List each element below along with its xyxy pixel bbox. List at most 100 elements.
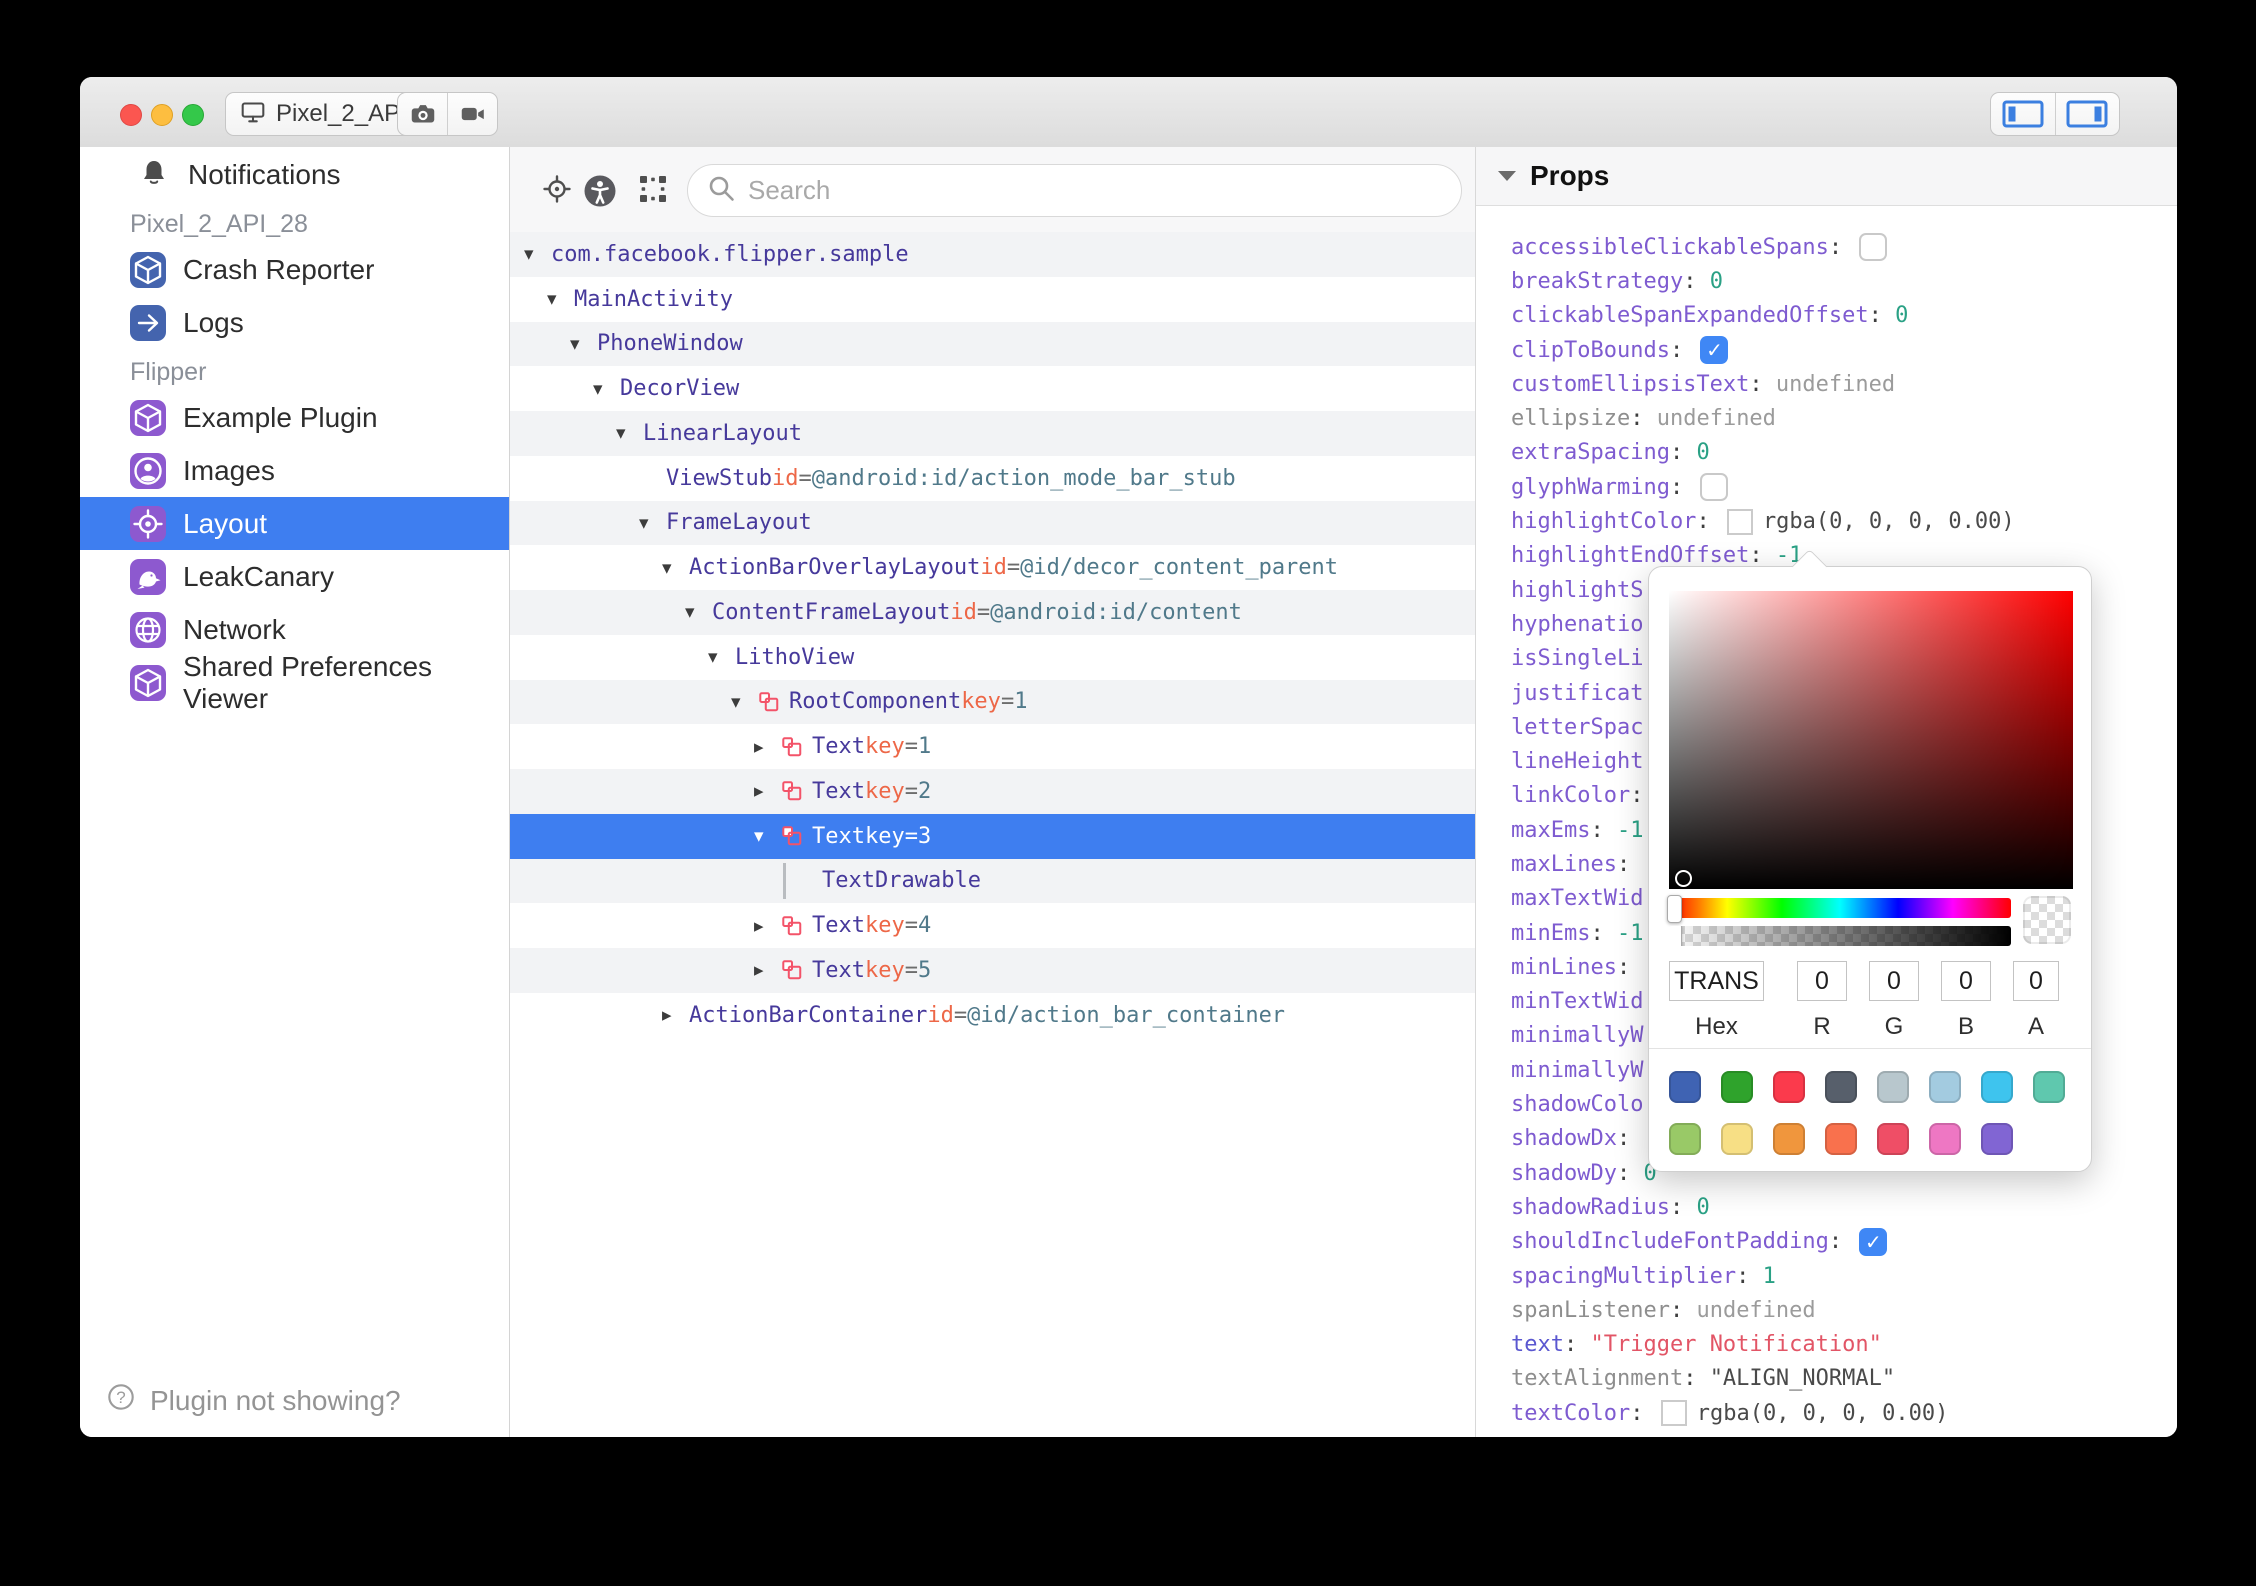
preset-color-swatch[interactable] [1825,1123,1857,1155]
chevron-down-icon[interactable]: ▾ [524,243,551,265]
prop-key: linkColor [1511,783,1631,809]
screenshot-button[interactable] [398,93,447,135]
close-window-button[interactable] [120,104,142,126]
tree-row-viewstub[interactable]: ViewStub id = @android:id/action_mode_bar_… [510,456,1475,501]
chevron-down-icon[interactable]: ▾ [708,646,735,668]
chevron-down-icon[interactable]: ▾ [616,422,643,444]
alpha-slider[interactable] [1669,926,2011,946]
select-element-button[interactable] [637,173,669,210]
chevron-down-icon[interactable]: ▾ [754,825,781,847]
prop-value: 1 [1762,1263,1776,1289]
preset-color-swatch[interactable] [1773,1071,1805,1103]
sidebar-item-logs[interactable]: Logs [80,296,509,349]
tree-row-textdrawable[interactable]: TextDrawable [510,858,1475,904]
sidebar-item-label: Images [183,454,275,486]
chevron-down-icon[interactable]: ▾ [685,601,712,623]
preset-color-swatch[interactable] [1825,1071,1857,1103]
hue-slider-handle[interactable] [1667,895,1682,923]
sidebar-item-layout[interactable]: Layout [80,497,509,550]
chevron-down-icon[interactable]: ▾ [593,378,620,400]
blue-input[interactable] [1941,961,1991,1001]
preset-color-swatch[interactable] [1929,1071,1961,1103]
hex-input[interactable] [1669,961,1764,1001]
tree-row-decorview[interactable]: ▾ DecorView [510,366,1475,411]
chevron-down-icon[interactable]: ▾ [547,288,574,310]
target-mode-button[interactable] [541,173,573,210]
alpha-input[interactable] [2013,961,2059,1001]
preset-color-swatch[interactable] [2033,1071,2065,1103]
tree-row-text[interactable]: ▾ Text key = 3 [510,813,1475,859]
preset-color-swatch[interactable] [1669,1071,1701,1103]
alpha-slider-handle[interactable] [1669,926,1682,946]
chevron-down-icon[interactable]: ▾ [662,557,689,579]
sidebar-item-notifications[interactable]: Notifications [80,149,509,201]
toggle-right-sidebar-button[interactable] [2054,93,2120,135]
tree-row-lithoview[interactable]: ▾ LithoView [510,635,1475,680]
prop-row-ellipsize: ellipsize: undefined [1511,406,1776,432]
preset-color-swatch[interactable] [1721,1123,1753,1155]
tree-row-text[interactable]: ▸ Text key = 4 [510,903,1475,948]
chevron-right-icon[interactable]: ▸ [754,736,781,758]
search-input[interactable] [746,174,1461,207]
minimize-window-button[interactable] [151,104,173,126]
element-name: FrameLayout [666,510,812,536]
sidebar-item-images[interactable]: Images [80,444,509,497]
prop-color-swatch[interactable] [1660,1400,1687,1427]
sidebar-item-leakcanary[interactable]: LeakCanary [80,550,509,603]
panel-toggle-group [1990,92,2120,136]
zoom-window-button[interactable] [182,104,204,126]
leakcanary-icon [130,558,166,595]
accessibility-mode-button[interactable] [582,173,618,214]
red-input[interactable] [1797,961,1847,1001]
chevron-right-icon[interactable]: ▸ [662,1004,689,1026]
saturation-value-area[interactable] [1669,591,2073,889]
chevron-down-icon[interactable]: ▾ [731,691,758,713]
tree-row-text[interactable]: ▸ Text key = 1 [510,724,1475,769]
sidebar-item-example-plugin[interactable]: Example Plugin [80,391,509,444]
preset-color-swatch[interactable] [1773,1123,1805,1155]
color-cursor[interactable] [1675,870,1692,887]
sidebar-item-shared-preferences-viewer[interactable]: Shared Preferences Viewer [80,651,509,714]
toggle-left-sidebar-button[interactable] [1991,93,2055,135]
prop-key: maxTextWid [1511,886,1644,912]
preset-color-swatch[interactable] [1669,1123,1701,1155]
tree-row-linearlayout[interactable]: ▾ LinearLayout [510,411,1475,456]
prop-value: 0 [1696,440,1710,466]
prop-key: shouldIncludeFontPadding [1511,1229,1829,1255]
plugin-help-link[interactable]: ? Plugin not showing? [104,1380,401,1421]
preset-color-swatch[interactable] [1877,1123,1909,1155]
tree-row-contentframelayout[interactable]: ▾ ContentFrameLayout id = @android:id/conte… [510,590,1475,635]
preset-color-swatch[interactable] [1929,1123,1961,1155]
chevron-down-icon[interactable]: ▾ [570,333,597,355]
hue-slider[interactable] [1667,895,2011,923]
tree-row-text[interactable]: ▸ Text key = 2 [510,769,1475,814]
tree-row-actionbaroverlaylayout[interactable]: ▾ ActionBarOverlayLayout id = @id/decor_con… [510,545,1475,590]
tree-row-text[interactable]: ▸ Text key = 5 [510,948,1475,993]
sidebar-item-network[interactable]: Network [80,603,509,656]
chevron-down-icon[interactable]: ▾ [639,512,666,534]
green-input[interactable] [1869,961,1919,1001]
chevron-right-icon[interactable]: ▸ [754,959,781,981]
chevron-right-icon[interactable]: ▸ [754,915,781,937]
litho-component-icon [759,692,779,712]
preset-color-swatch[interactable] [1981,1123,2013,1155]
prop-checkbox-unchecked[interactable] [1700,473,1729,502]
tree-row-com-facebook-flipper-sample[interactable]: ▾ com.facebook.flipper.sample [510,232,1475,277]
tree-row-rootcomponent[interactable]: ▾ RootComponent key = 1 [510,679,1475,725]
sidebar-item-crash-reporter[interactable]: Crash Reporter [80,243,509,296]
tree-row-actionbarcontainer[interactable]: ▸ ActionBarContainer id = @id/action_bar_co… [510,993,1475,1038]
prop-checkbox-checked[interactable]: ✓ [1859,1227,1888,1256]
tree-row-phonewindow[interactable]: ▾ PhoneWindow [510,321,1475,367]
prop-checkbox-checked[interactable]: ✓ [1700,336,1729,365]
chevron-right-icon[interactable]: ▸ [754,780,781,802]
props-header[interactable]: Props [1476,147,2177,206]
preset-color-swatch[interactable] [1721,1071,1753,1103]
tree-row-framelayout[interactable]: ▾ FrameLayout [510,500,1475,546]
inspector-toolbar [510,147,1475,232]
preset-color-swatch[interactable] [1981,1071,2013,1103]
screen-record-button[interactable] [447,93,497,135]
tree-row-mainactivity[interactable]: ▾ MainActivity [510,277,1475,322]
preset-color-swatch[interactable] [1877,1071,1909,1103]
prop-color-swatch[interactable] [1726,508,1753,535]
prop-checkbox-unchecked[interactable] [1859,233,1888,262]
